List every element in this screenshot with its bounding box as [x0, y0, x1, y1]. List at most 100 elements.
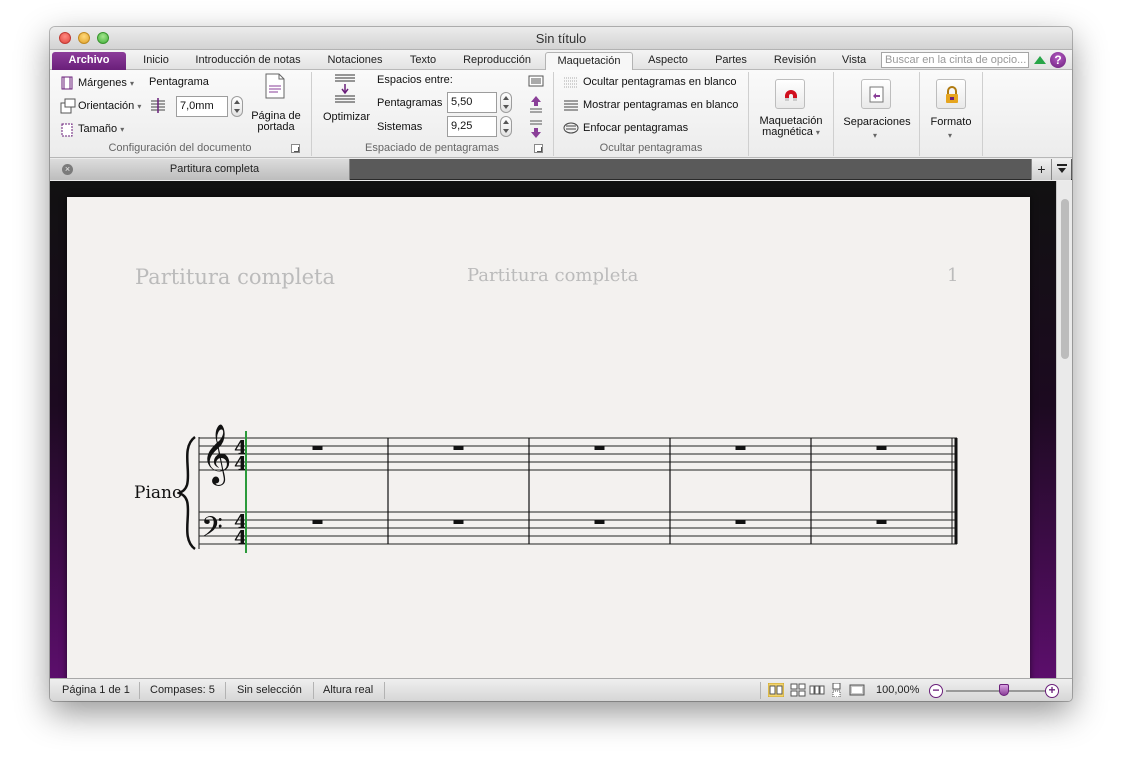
- staves-spacing-stepper[interactable]: [500, 92, 512, 113]
- tab-inicio[interactable]: Inicio: [130, 52, 182, 70]
- ribbon-search-input[interactable]: Buscar en la cinta de opcio...: [881, 52, 1029, 68]
- document-tab-strip: × Partitura completa +: [50, 159, 1072, 180]
- staff-spacing-launcher[interactable]: [534, 144, 543, 153]
- focus-staves-button[interactable]: Enfocar pentagramas: [583, 122, 688, 134]
- staff-size-icon: [151, 98, 165, 113]
- document-tab[interactable]: × Partitura completa: [50, 159, 350, 180]
- treble-staff: [199, 437, 957, 471]
- status-separator: [313, 682, 314, 699]
- bass-whole-rest[interactable]: [594, 520, 605, 524]
- format-button[interactable]: Formato: [922, 116, 980, 128]
- pitch-mode: Altura real: [323, 684, 374, 696]
- treble-whole-rest[interactable]: [594, 446, 605, 450]
- hide-staves-group-label: Ocultar pentagramas: [599, 142, 703, 154]
- orientation-icon: [60, 98, 76, 114]
- bass-whole-rest[interactable]: [876, 520, 887, 524]
- staff-spacing-list-icon[interactable]: [528, 75, 544, 87]
- view-horizontal-icon[interactable]: [809, 683, 825, 697]
- show-empty-staves-button[interactable]: Mostrar pentagramas en blanco: [583, 99, 738, 111]
- magnetic-layout-button[interactable]: Maquetación magnética ▾: [755, 116, 827, 138]
- view-vertical-icon[interactable]: [829, 683, 845, 697]
- tab-vista[interactable]: Vista: [832, 52, 876, 70]
- magnetic-layout-icon[interactable]: [775, 79, 805, 109]
- systems-spacing-label: Sistemas: [377, 121, 423, 133]
- show-empty-staves-icon: [564, 100, 578, 111]
- tab-texto[interactable]: Texto: [400, 52, 446, 70]
- staff-size-stepper[interactable]: [231, 96, 243, 117]
- view-side-by-side-icon[interactable]: [768, 683, 784, 697]
- staff-size-field[interactable]: 7,0mm: [176, 96, 228, 117]
- add-tab-button[interactable]: +: [1031, 159, 1051, 180]
- zoom-in-icon[interactable]: +: [1045, 684, 1059, 698]
- staves-spacing-field[interactable]: 5,50: [447, 92, 497, 113]
- treble-whole-rest[interactable]: [312, 446, 323, 450]
- tab-menu-icon[interactable]: [1051, 159, 1071, 180]
- view-multipage-icon[interactable]: [790, 683, 806, 697]
- systems-spacing-stepper[interactable]: [500, 116, 512, 137]
- ribbon-separator: [833, 72, 834, 156]
- staff-size-label: Pentagrama: [149, 76, 209, 88]
- zoom-slider-track[interactable]: [946, 690, 1046, 692]
- tab-revision[interactable]: Revisión: [765, 52, 825, 70]
- spaces-between-label: Espacios entre:: [377, 74, 453, 86]
- tab-aspecto[interactable]: Aspecto: [638, 52, 698, 70]
- score-view[interactable]: Partitura completa Partitura completa 1 …: [50, 181, 1072, 678]
- selection-status: Sin selección: [237, 684, 302, 696]
- view-panorama-icon[interactable]: [849, 683, 865, 697]
- ribbon-panel: Márgenes ▾ Pentagrama Orientación ▾ 7,0m…: [50, 70, 1072, 158]
- tab-introduccion-notas[interactable]: Introducción de notas: [186, 52, 310, 70]
- app-window: Sin título Archivo Inicio Introducción d…: [50, 27, 1072, 701]
- score-title-center: Partitura completa: [467, 265, 639, 286]
- bar-count: Compases: 5: [150, 684, 215, 696]
- treble-whole-rest[interactable]: [453, 446, 464, 450]
- staff-spacing-group-label: Espaciado de pentagramas: [365, 142, 499, 154]
- window-title: Sin título: [535, 31, 587, 46]
- piano-system[interactable]: 𝄞 𝄢 4 4 4 4: [177, 423, 967, 563]
- ribbon-separator: [748, 72, 749, 156]
- ribbon-separator: [982, 72, 983, 156]
- page-number: 1: [947, 265, 959, 286]
- format-caret-icon: ▾: [948, 131, 953, 140]
- bass-whole-rest[interactable]: [453, 520, 464, 524]
- tab-archivo[interactable]: Archivo: [52, 52, 126, 70]
- score-page[interactable]: Partitura completa Partitura completa 1 …: [67, 197, 1030, 678]
- orientation-button[interactable]: Orientación ▾: [78, 100, 141, 112]
- focus-staves-icon: [563, 122, 579, 134]
- margins-icon: [61, 76, 73, 90]
- staves-spacing-label: Pentagramas: [377, 97, 443, 109]
- scrollbar-thumb[interactable]: [1061, 199, 1069, 359]
- systems-spacing-field[interactable]: 9,25: [447, 116, 497, 137]
- bass-whole-rest[interactable]: [735, 520, 746, 524]
- tab-reproduccion[interactable]: Reproducción: [453, 52, 541, 70]
- brace-icon: [177, 435, 196, 551]
- zoom-slider-thumb[interactable]: [999, 684, 1009, 696]
- page-size-icon: [61, 123, 73, 137]
- optimize-button[interactable]: Optimizar: [323, 111, 370, 123]
- hide-empty-staves-icon: [564, 77, 578, 88]
- increase-spacing-icon[interactable]: [529, 95, 543, 115]
- status-bar: Página 1 de 1 Compases: 5 Sin selección …: [50, 678, 1072, 701]
- tab-maquetacion[interactable]: Maquetación: [545, 52, 633, 71]
- tab-partes[interactable]: Partes: [703, 52, 759, 70]
- close-tab-icon[interactable]: ×: [62, 164, 73, 175]
- help-icon[interactable]: ?: [1050, 52, 1066, 68]
- vertical-scrollbar[interactable]: [1056, 181, 1072, 678]
- decrease-spacing-icon[interactable]: [529, 119, 543, 139]
- breaks-icon[interactable]: [861, 79, 891, 109]
- doc-setup-launcher[interactable]: [291, 144, 300, 153]
- cover-page-button[interactable]: Página de portada: [250, 111, 302, 133]
- breaks-button[interactable]: Separaciones: [839, 116, 915, 128]
- size-button[interactable]: Tamaño ▾: [78, 123, 124, 135]
- treble-whole-rest[interactable]: [735, 446, 746, 450]
- format-icon[interactable]: [936, 79, 966, 109]
- zoom-out-icon[interactable]: −: [929, 684, 943, 698]
- status-separator: [225, 682, 226, 699]
- instrument-name: Piano: [134, 483, 183, 503]
- title-bar: Sin título: [50, 27, 1072, 50]
- hide-empty-staves-button[interactable]: Ocultar pentagramas en blanco: [583, 76, 736, 88]
- treble-whole-rest[interactable]: [876, 446, 887, 450]
- collapse-ribbon-icon[interactable]: [1034, 56, 1046, 64]
- tab-notaciones[interactable]: Notaciones: [316, 52, 394, 70]
- bass-whole-rest[interactable]: [312, 520, 323, 524]
- margins-button[interactable]: Márgenes ▾: [78, 77, 134, 89]
